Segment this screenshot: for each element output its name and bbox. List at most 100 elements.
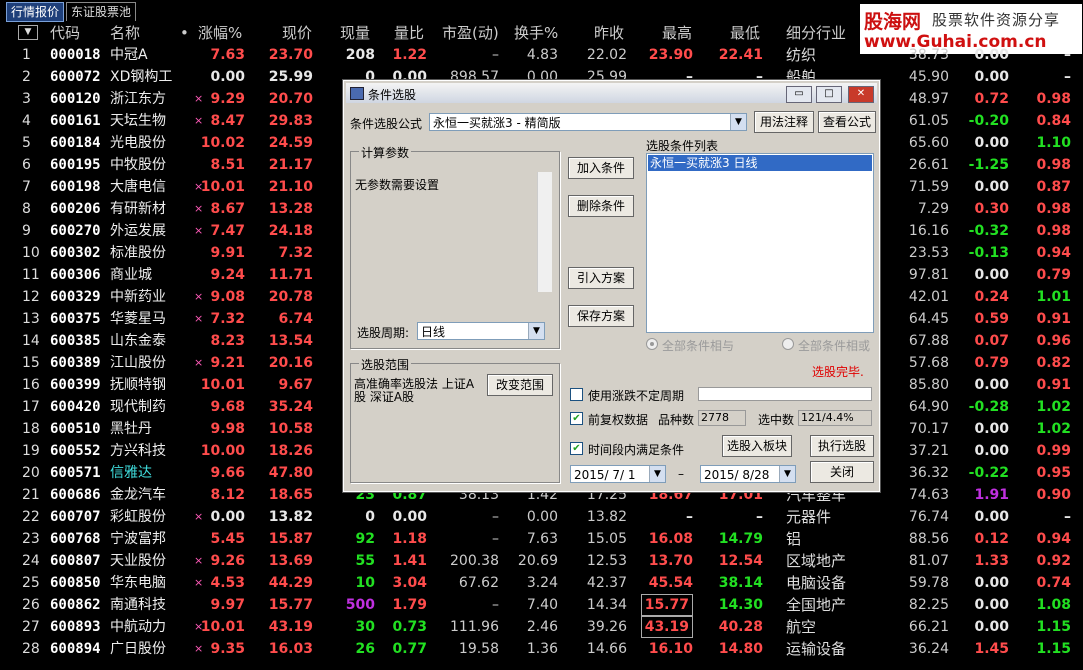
stock-code: 600399 — [50, 377, 101, 393]
stock-name: 有研新材 — [110, 201, 166, 217]
last-price: 18.26 — [268, 443, 313, 459]
industry: 航空 — [786, 618, 817, 636]
extra-col-2: 0.00 — [974, 597, 1009, 613]
period-select[interactable]: 日线 ▼ — [417, 322, 545, 340]
stock-name: 山东金泰 — [110, 333, 166, 349]
last-price: 29.83 — [268, 113, 313, 129]
table-row[interactable]: 22 600707 彩虹股份 × 0.00 13.82 0 0.00 – 0.00 13.82 – – 元… — [0, 506, 1083, 528]
high-price: 15.77 — [640, 594, 693, 616]
header-vol-ratio[interactable]: 量比 — [394, 22, 424, 44]
stock-name: 商业城 — [110, 267, 152, 283]
high-price: 43.19 — [640, 616, 693, 638]
row-index: 11 — [22, 267, 40, 283]
extra-col-3: 0.96 — [1036, 333, 1071, 349]
extra-col-1: 48.97 — [908, 91, 949, 107]
usage-button[interactable]: 用法注释 — [754, 111, 814, 133]
execute-button[interactable]: 执行选股 — [810, 435, 874, 457]
extra-col-1: 42.01 — [908, 289, 949, 305]
table-row[interactable]: 25 600850 华东电脑 × 4.53 44.29 10 3.04 67.62 3.24 42.… — [0, 572, 1083, 594]
dialog-titlebar[interactable]: 条件选股 ▭ □ ✕ — [346, 83, 877, 103]
header-industry[interactable]: 细分行业 — [786, 22, 846, 44]
extra-col-3: 0.74 — [1036, 575, 1071, 591]
table-row[interactable]: 26 600862 南通科技 9.97 15.77 500 1.79 – 7.40 14.34 15… — [0, 594, 1083, 616]
change-range-button[interactable]: 改变范围 — [487, 374, 553, 396]
tab-quotes[interactable]: 行情报价 — [6, 2, 65, 22]
tab-stock-pool[interactable]: 东证股票池 — [66, 2, 137, 21]
stock-code: 600375 — [50, 311, 101, 327]
table-header: 代码 名称 • 涨幅% 现价 现量 量比 市盈(动) 换手% 昨收 最高 最低 … — [0, 22, 1083, 44]
high-price: 13.70 — [648, 553, 693, 569]
view-formula-button[interactable]: 查看公式 — [818, 111, 876, 133]
last-price: 24.18 — [268, 223, 313, 239]
change-pct: 9.35 — [210, 641, 245, 657]
extra-col-2: 0.00 — [974, 69, 1009, 85]
params-group: 计算参数 无参数需要设置 选股周期: 日线 ▼ — [350, 144, 560, 349]
close-button[interactable]: 关闭 — [810, 461, 874, 483]
date-to-picker[interactable]: 2015/ 8/28 ▼ — [700, 465, 796, 483]
radio-and[interactable] — [646, 338, 658, 350]
maximize-button[interactable]: □ — [816, 86, 842, 103]
close-window-button[interactable]: ✕ — [848, 86, 874, 103]
row-index: 16 — [22, 377, 40, 393]
row-index: 15 — [22, 355, 40, 371]
minimize-button[interactable]: ▭ — [786, 86, 812, 103]
extra-col-2: 0.00 — [974, 179, 1009, 195]
row-index: 7 — [22, 179, 31, 195]
delete-condition-button[interactable]: 删除条件 — [568, 195, 634, 217]
condition-list-item[interactable]: 永恒一买就涨3 日线 — [648, 155, 872, 171]
header-code[interactable]: 代码 — [50, 22, 80, 44]
row-index: 21 — [22, 487, 40, 503]
prev-close: 42.37 — [586, 575, 627, 591]
header-price[interactable]: 现价 — [282, 22, 312, 44]
header-change[interactable]: 涨幅% — [198, 22, 242, 44]
volume: 92 — [355, 531, 375, 547]
prior-adj-checkbox[interactable]: ✔ — [570, 412, 583, 425]
header-prev-close[interactable]: 昨收 — [594, 22, 624, 44]
table-row[interactable]: 28 600894 广日股份 × 9.35 16.03 26 0.77 19.58 1.36 14.… — [0, 638, 1083, 660]
condition-list[interactable]: 永恒一买就涨3 日线 — [646, 153, 874, 333]
time-range-checkbox[interactable]: ✔ — [570, 442, 583, 455]
header-pe[interactable]: 市盈(动) — [442, 22, 499, 44]
margin-mark: × — [194, 92, 204, 105]
add-to-block-button[interactable]: 选股入板块 — [722, 435, 792, 457]
prev-close: 39.26 — [586, 619, 627, 635]
range-group-title: 选股范围 — [359, 356, 412, 373]
use-limit-checkbox[interactable] — [570, 388, 583, 401]
table-row[interactable]: 1 000018 中冠A 7.63 23.70 208 1.22 – 4.83 22.02 23.9… — [0, 44, 1083, 66]
header-high[interactable]: 最高 — [662, 22, 692, 44]
stock-code: 600807 — [50, 553, 101, 569]
header-low[interactable]: 最低 — [730, 22, 760, 44]
date-from-picker[interactable]: 2015/ 7/ 1 ▼ — [570, 465, 666, 483]
extra-col-1: 88.56 — [908, 531, 949, 547]
table-row[interactable]: 24 600807 天业股份 × 9.26 13.69 55 1.41 200.38 20.69 1… — [0, 550, 1083, 572]
table-row[interactable]: 27 600893 中航动力 × 10.01 43.19 30 0.73 111.96 2.46 3… — [0, 616, 1083, 638]
extra-col-1: 67.88 — [908, 333, 949, 349]
industry: 铝 — [786, 530, 802, 548]
stock-code: 600893 — [50, 619, 101, 635]
volume-ratio: 1.22 — [392, 47, 427, 63]
high-price: – — [686, 509, 693, 525]
change-pct: 10.01 — [200, 619, 245, 635]
header-name[interactable]: 名称 — [110, 22, 140, 44]
extra-col-3: 1.01 — [1036, 289, 1071, 305]
add-condition-button[interactable]: 加入条件 — [568, 157, 634, 179]
extra-col-2: 0.24 — [974, 289, 1009, 305]
table-row[interactable]: 23 600768 宁波富邦 5.45 15.87 92 1.18 – 7.63 15.05 16.… — [0, 528, 1083, 550]
stock-name: 中牧股份 — [110, 157, 166, 173]
import-plan-button[interactable]: 引入方案 — [568, 267, 634, 289]
last-price: 23.70 — [268, 47, 313, 63]
params-scrollbar[interactable] — [537, 172, 552, 292]
save-plan-button[interactable]: 保存方案 — [568, 305, 634, 327]
last-price: 13.28 — [268, 201, 313, 217]
header-volume[interactable]: 现量 — [340, 22, 370, 44]
pe-ratio: 111.96 — [450, 619, 499, 635]
header-turnover[interactable]: 换手% — [514, 22, 558, 44]
margin-mark: × — [194, 114, 204, 127]
radio-or[interactable] — [782, 338, 794, 350]
extra-col-1: 7.29 — [917, 201, 949, 217]
stock-name: 黑牡丹 — [110, 421, 152, 437]
extra-col-2: -0.22 — [968, 465, 1009, 481]
formula-select[interactable]: 永恒一买就涨3 - 精简版 ▼ — [429, 113, 747, 131]
row-index: 28 — [22, 641, 40, 657]
change-pct: 7.47 — [210, 223, 245, 239]
